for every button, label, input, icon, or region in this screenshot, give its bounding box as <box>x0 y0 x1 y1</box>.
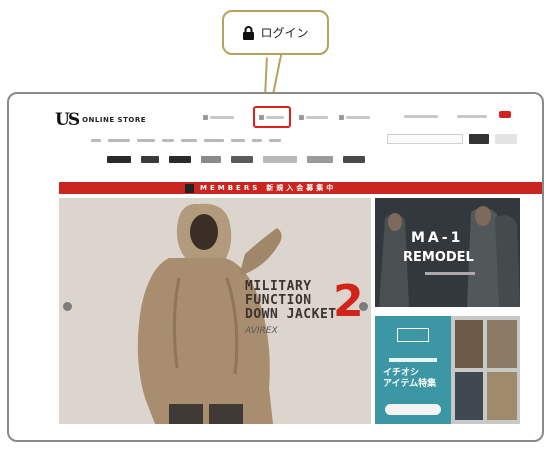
members-banner[interactable]: MEMBERS 新規入会募集中 <box>59 182 542 194</box>
nav-item[interactable] <box>269 139 281 142</box>
ma1-subtitle: REMODEL <box>403 250 474 265</box>
brand-logo[interactable] <box>343 156 365 163</box>
hero-carousel[interactable]: MILITARY FUNCTION DOWN JACKET 2 AVIREX <box>59 198 371 424</box>
nav-item[interactable] <box>204 139 224 142</box>
search-input[interactable] <box>387 134 463 144</box>
nav-item[interactable] <box>162 139 174 142</box>
ma1-remodel-banner[interactable]: MA-1 REMODEL <box>375 198 520 307</box>
logo-mark: US <box>55 110 80 130</box>
logo-text: ONLINE STORE <box>82 116 146 124</box>
category-nav <box>91 139 281 142</box>
nav-item[interactable] <box>252 139 262 142</box>
login-highlight-box <box>253 106 291 128</box>
brand-logo[interactable] <box>169 156 191 163</box>
featured-text: イチオシ アイテム特集 <box>383 368 437 389</box>
lock-icon <box>243 25 255 40</box>
brand-logo[interactable] <box>263 156 297 163</box>
user-icon <box>203 115 208 120</box>
detail-search-button[interactable] <box>495 134 517 144</box>
brand-logo[interactable] <box>107 156 131 163</box>
hero-copy: MILITARY FUNCTION DOWN JACKET 2 AVIREX <box>245 280 364 337</box>
header-link-register[interactable] <box>203 115 234 120</box>
store-logo[interactable]: US ONLINE STORE <box>55 110 146 130</box>
header-link-guide[interactable] <box>339 115 370 120</box>
cart-icon[interactable] <box>499 111 511 118</box>
header-link-mypage[interactable] <box>299 115 328 120</box>
featured-more-button[interactable] <box>385 404 441 415</box>
brand-logo[interactable] <box>307 156 333 163</box>
nav-item[interactable] <box>91 139 101 142</box>
nav-item[interactable] <box>108 139 130 142</box>
ma1-title: MA-1 <box>411 230 464 246</box>
heart-icon <box>299 115 304 120</box>
hero-number: 2 <box>333 276 364 327</box>
info-icon <box>339 115 344 120</box>
banner-brand: MEMBERS <box>200 184 261 192</box>
brand-nav <box>107 156 365 163</box>
banner-text: 新規入会募集中 <box>266 184 337 192</box>
header-link-cart[interactable] <box>457 115 487 118</box>
search-button[interactable] <box>469 134 489 144</box>
brand-logo[interactable] <box>201 156 221 163</box>
members-logo-icon <box>185 183 194 193</box>
nav-item[interactable] <box>181 139 197 142</box>
header-link-contact[interactable] <box>404 115 438 118</box>
login-callout: ログイン <box>222 10 329 55</box>
featured-items-banner[interactable]: イチオシ アイテム特集 <box>375 316 520 424</box>
screenshot-stage: ログイン US ONLINE STORE MEMBERS 新規入会募集中 MIL… <box>0 0 547 449</box>
prev-slide-arrow-icon[interactable] <box>63 302 72 311</box>
nav-item[interactable] <box>231 139 245 142</box>
nav-item[interactable] <box>137 139 155 142</box>
login-callout-label: ログイン <box>260 26 309 40</box>
browser-frame: US ONLINE STORE MEMBERS 新規入会募集中 MILITARY… <box>7 92 544 442</box>
hero-brand: AVIREX <box>245 326 278 336</box>
brand-logo[interactable] <box>141 156 159 163</box>
brand-logo[interactable] <box>231 156 253 163</box>
